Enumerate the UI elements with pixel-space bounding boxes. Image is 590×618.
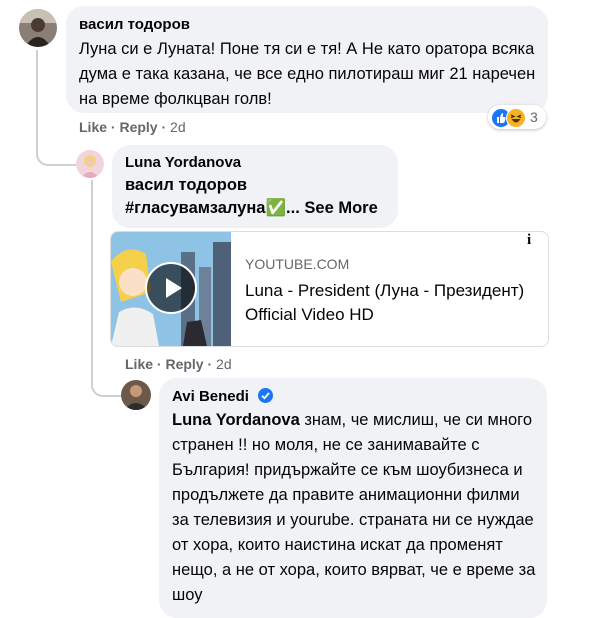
- hashtag-link[interactable]: #гласувамзалуна: [125, 199, 265, 217]
- link-domain: YOUTUBE.COM: [245, 256, 350, 272]
- timestamp[interactable]: 2d: [170, 119, 186, 135]
- comment-author-avi[interactable]: Avi Benedi: [172, 388, 273, 405]
- mention-luna[interactable]: Luna Yordanova: [172, 411, 300, 429]
- like-link[interactable]: Like: [125, 356, 153, 372]
- verified-badge-icon: [258, 388, 273, 403]
- comment-actions-luna: Like · Reply · 2d: [125, 356, 232, 372]
- see-more-link[interactable]: See More: [304, 199, 377, 217]
- reply-link[interactable]: Reply: [119, 119, 157, 135]
- reaction-count: 3: [530, 109, 538, 125]
- comment-author-vasil[interactable]: васил тодоров: [79, 16, 190, 33]
- avatar-avi[interactable]: [121, 380, 151, 410]
- comment-author-luna[interactable]: Luna Yordanova: [125, 154, 241, 171]
- link-title[interactable]: Luna - President (Луна - Президент) Offi…: [245, 279, 535, 327]
- check-emoji: ✅: [265, 199, 287, 217]
- link-preview-card[interactable]: YOUTUBE.COM Luna - President (Луна - Пре…: [110, 231, 549, 347]
- avatar-vasil[interactable]: [19, 9, 57, 47]
- comment-text-vasil: Луна си е Луната! Поне тя си е тя! А Не …: [79, 40, 536, 108]
- reply-link[interactable]: Reply: [165, 356, 203, 372]
- laugh-icon: [506, 108, 526, 128]
- comment-text-luna: #гласувамзалуна✅... See More: [125, 199, 378, 217]
- avatar-luna[interactable]: [76, 150, 104, 178]
- info-icon[interactable]: i: [527, 232, 547, 252]
- mention-vasil[interactable]: васил тодоров: [125, 173, 247, 198]
- comment-actions-vasil: Like · Reply · 2d: [79, 119, 186, 135]
- timestamp[interactable]: 2d: [216, 356, 232, 372]
- like-link[interactable]: Like: [79, 119, 107, 135]
- play-icon[interactable]: [145, 262, 197, 314]
- comment-text-avi: Luna Yordanova знам, че мислиш, че си мн…: [172, 411, 536, 604]
